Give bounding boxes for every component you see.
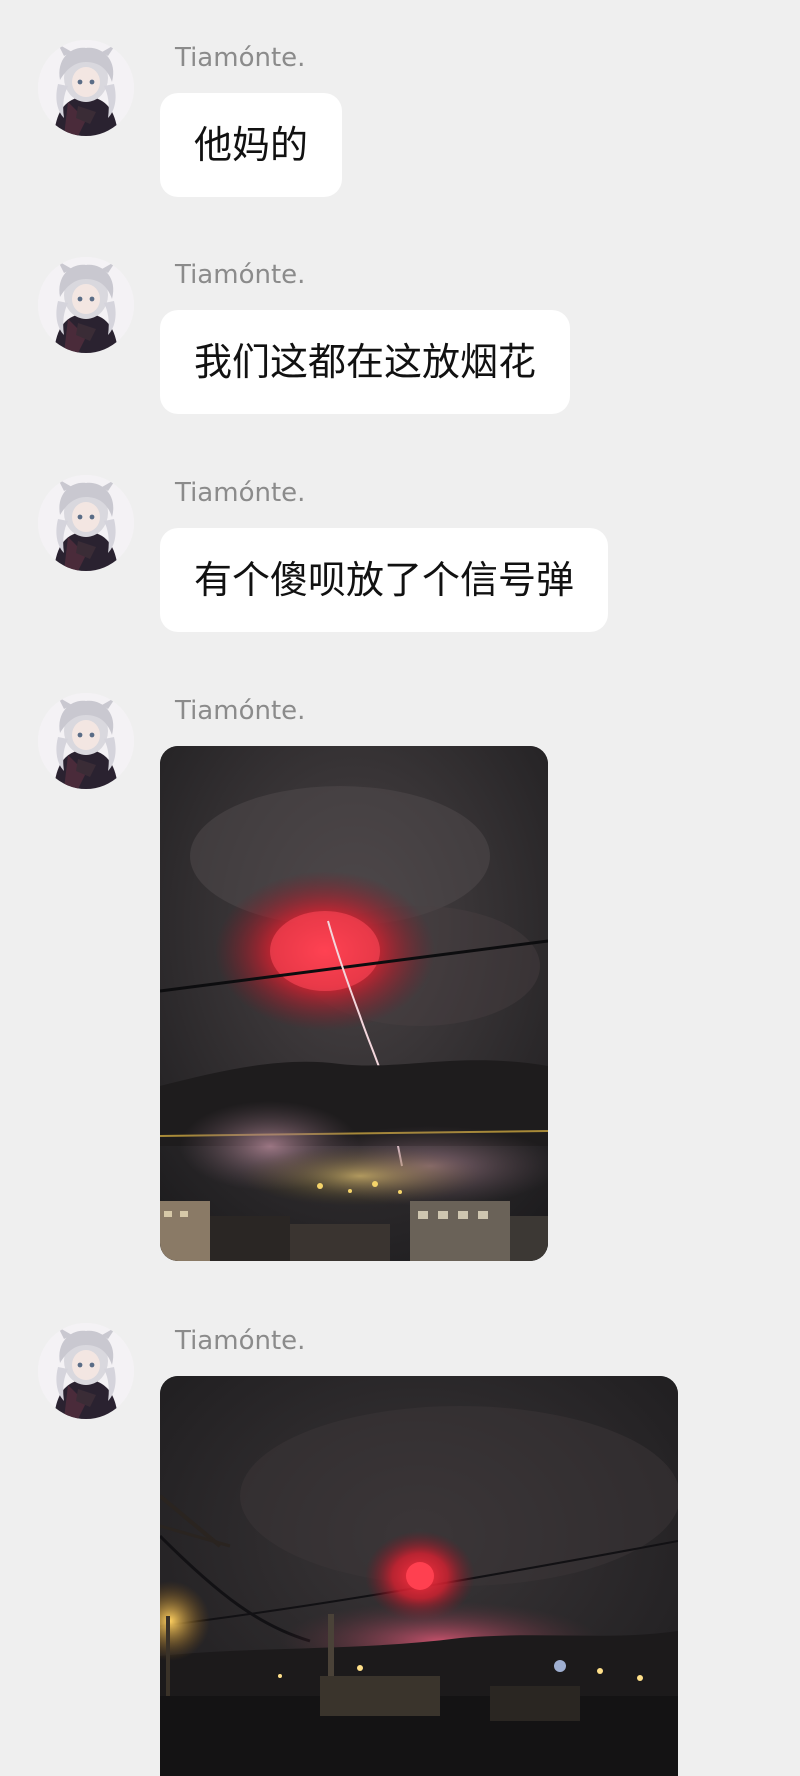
- night-photo-red-signal-flare: [160, 746, 548, 1261]
- avatar-image: [38, 257, 134, 353]
- message-item: Tiamónte. 我们这都在这放烟花: [0, 257, 800, 427]
- sender-name: Tiamónte.: [175, 43, 306, 73]
- message-bubble[interactable]: 我们这都在这放烟花: [160, 310, 571, 414]
- photo-message[interactable]: [160, 1376, 678, 1776]
- avatar-image: [38, 1323, 134, 1419]
- avatar[interactable]: [38, 1323, 134, 1419]
- avatar-image: [38, 475, 134, 571]
- avatar[interactable]: [38, 475, 134, 571]
- message-bubble[interactable]: 有个傻呗放了个信号弹: [160, 528, 609, 632]
- avatar[interactable]: [38, 40, 134, 136]
- sender-name: Tiamónte.: [175, 260, 306, 290]
- avatar[interactable]: [38, 257, 134, 353]
- photo-message[interactable]: [160, 746, 548, 1261]
- message-item: Tiamónte.: [0, 1323, 800, 1776]
- night-photo-red-flare-distant: [160, 1376, 678, 1776]
- avatar-image: [38, 693, 134, 789]
- message-bubble[interactable]: 他妈的: [160, 93, 343, 197]
- message-item: Tiamónte. 他妈的: [0, 40, 800, 210]
- message-item: Tiamónte.: [0, 693, 800, 1273]
- sender-name: Tiamónte.: [175, 1326, 306, 1356]
- message-item: Tiamónte. 有个傻呗放了个信号弹: [0, 475, 800, 645]
- avatar[interactable]: [38, 693, 134, 789]
- sender-name: Tiamónte.: [175, 696, 306, 726]
- avatar-image: [38, 40, 134, 136]
- sender-name: Tiamónte.: [175, 478, 306, 508]
